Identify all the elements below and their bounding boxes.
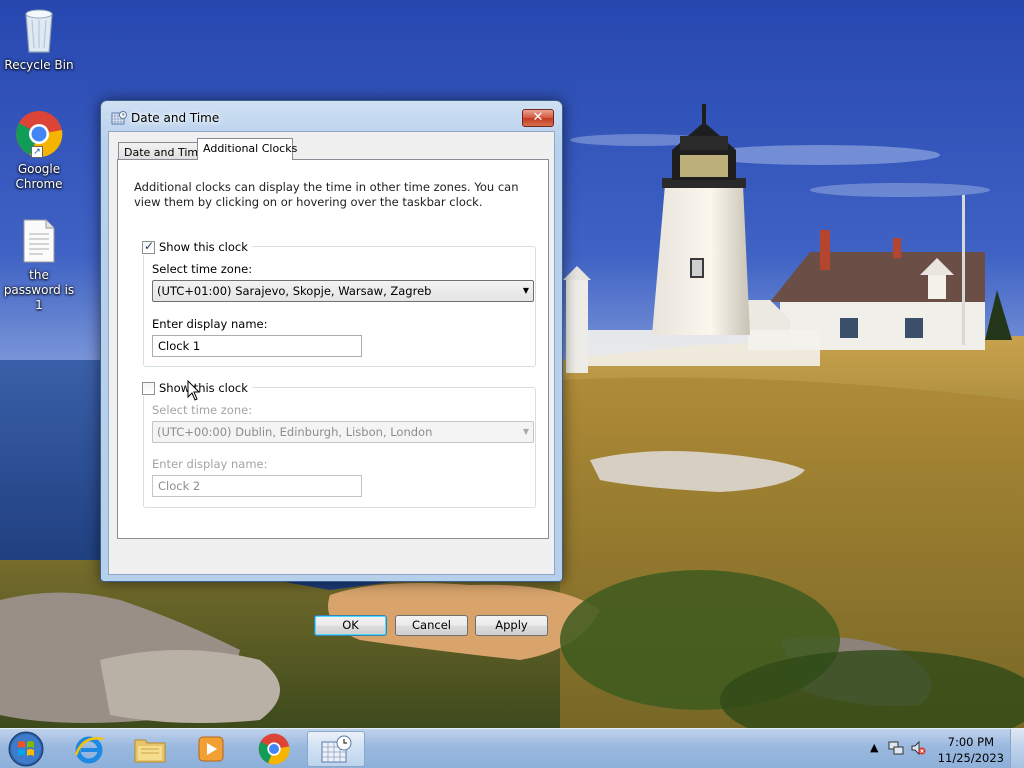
chevron-down-icon: ▼ [522,286,529,295]
clock1-timezone-label: Select time zone: [152,262,253,276]
internet-explorer-icon [74,736,104,764]
clock1-name-value: Clock 1 [158,339,201,353]
start-orb-icon [8,731,44,767]
clock2-name-value: Clock 2 [158,479,201,493]
media-player-icon [198,736,224,762]
desktop-icon-google-chrome[interactable]: ↗ Google Chrome [1,110,77,192]
dialog-title: Date and Time [131,111,220,125]
clock1-name-label: Enter display name: [152,317,268,331]
cancel-button[interactable]: Cancel [395,615,468,636]
network-icon[interactable] [888,740,904,756]
mouse-cursor-icon [187,380,201,401]
system-tray: ▲ 7:00 PM 11/25/2023 [854,729,1024,768]
tab-label: Date and Time [124,146,205,159]
clock1-timezone-value: (UTC+01:00) Sarajevo, Skopje, Warsaw, Za… [157,284,432,298]
date-time-icon [111,111,127,125]
cancel-button-label: Cancel [412,618,451,632]
clock2-name-input: Clock 2 [152,475,362,497]
apply-button[interactable]: Apply [475,615,548,636]
clock1-show-checkbox[interactable] [142,239,155,254]
text-file-icon [23,219,55,263]
clock2-timezone-value: (UTC+00:00) Dublin, Edinburgh, Lisbon, L… [157,425,433,439]
clock2-show-checkbox[interactable] [142,381,155,395]
taskbar-internet-explorer[interactable] [60,731,118,767]
desktop-icon-password-file[interactable]: the password is 1 [1,218,77,313]
taskbar-date-time-window[interactable] [307,731,365,767]
clock2-timezone-label: Select time zone: [152,403,253,417]
clock1-show-label: Show this clock [159,240,248,254]
additional-clocks-panel: Additional clocks can display the time i… [117,159,549,539]
desktop-icon-label: the password is 1 [3,268,75,312]
chrome-icon [258,733,290,765]
clock1-timezone-select[interactable]: (UTC+01:00) Sarajevo, Skopje, Warsaw, Za… [152,280,534,302]
chevron-down-icon: ▼ [522,427,529,436]
ok-button[interactable]: OK [314,615,387,636]
clock1-name-input[interactable]: Clock 1 [152,335,362,357]
desktop-icon-label: Recycle Bin [4,58,74,72]
clock2-name-label: Enter display name: [152,457,268,471]
file-explorer-icon [134,739,166,763]
taskbar-media-player[interactable] [182,731,240,767]
close-button[interactable]: ✕ [522,109,554,127]
clock2-show-label: Show this clock [159,381,248,395]
close-icon: ✕ [532,110,544,125]
taskbar-clock[interactable]: 7:00 PM 11/25/2023 [938,734,1004,766]
taskbar: ▲ 7:00 PM 11/25/2023 [0,728,1024,768]
apply-button-label: Apply [495,618,528,632]
show-hidden-icons-icon[interactable]: ▲ [870,741,878,754]
dialog-titlebar[interactable]: Date and Time ✕ [101,101,562,133]
tab-label: Additional Clocks [203,142,298,155]
tab-additional-clocks[interactable]: Additional Clocks [197,138,297,160]
clock1-show-checkbox-row[interactable]: Show this clock [142,239,252,255]
intro-text: Additional clocks can display the time i… [134,180,519,209]
desktop-icon-recycle-bin[interactable]: Recycle Bin [1,6,77,73]
clock-date: 11/25/2023 [937,751,1004,765]
ok-button-label: OK [342,618,359,632]
date-time-control-panel-icon [321,735,352,763]
start-button[interactable] [6,730,46,768]
recycle-bin-icon [25,9,53,53]
taskbar-google-chrome[interactable] [245,731,303,767]
volume-muted-icon[interactable] [910,740,926,756]
dialog-client-area: Date and Time Additional Clocks Addition… [108,131,555,575]
date-and-time-dialog: Date and Time ✕ Date and Time Additional… [100,100,563,636]
shortcut-arrow-icon: ↗ [31,146,43,158]
clock-time: 7:00 PM [947,735,995,749]
clock2-timezone-select: (UTC+00:00) Dublin, Edinburgh, Lisbon, L… [152,421,534,443]
taskbar-file-explorer[interactable] [121,731,179,767]
desktop-icon-label: Google Chrome [15,162,63,191]
show-desktop-button[interactable] [1010,729,1024,768]
